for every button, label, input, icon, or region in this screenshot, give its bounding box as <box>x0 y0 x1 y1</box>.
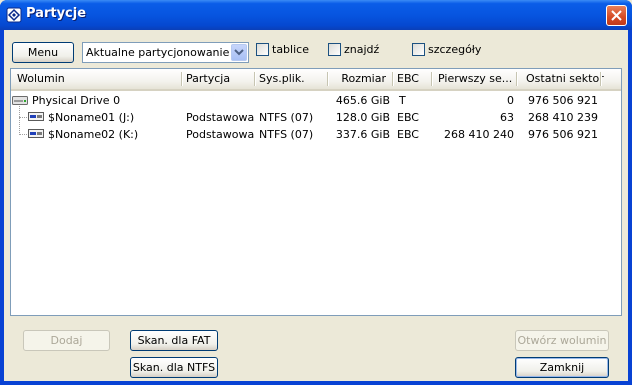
add-button[interactable]: Dodaj <box>23 330 110 351</box>
checkbox-box[interactable] <box>328 43 341 56</box>
partition-list[interactable]: Wolumin Partycja Sys.plik. Rozmiar EBC P… <box>10 68 622 316</box>
close-icon <box>611 10 622 21</box>
cell-last-sector: 976 506 921 <box>528 128 598 141</box>
scan-fat-button-label: Skan. dla FAT <box>137 334 211 347</box>
cell-first-sector: 0 <box>507 94 514 107</box>
column-header-ebc[interactable]: EBC <box>397 69 429 89</box>
column-divider[interactable] <box>431 72 432 86</box>
checkbox-box[interactable] <box>412 43 425 56</box>
scan-ntfs-button-label: Skan. dla NTFS <box>132 361 216 374</box>
hard-drive-icon <box>12 96 28 105</box>
partitions-window: Partycje Menu Aktualne partycjonowanie t… <box>0 0 632 385</box>
column-divider[interactable] <box>327 72 328 86</box>
checkbox-details[interactable]: szczegóły <box>412 43 484 57</box>
checkbox-tables[interactable]: tablice <box>256 43 316 57</box>
close-button-label: Zamknij <box>539 361 585 374</box>
checkbox-box[interactable] <box>256 43 269 56</box>
cell-first-sector: 63 <box>500 111 514 124</box>
view-select[interactable]: Aktualne partycjonowanie <box>82 42 249 63</box>
cell-partition: Podstawowa <box>186 128 255 141</box>
column-divider[interactable] <box>254 72 255 86</box>
menu-button-label: Menu <box>27 46 59 59</box>
checkbox-tables-label: tablice <box>272 43 309 56</box>
cell-volume: $Noname01 (J:) <box>48 111 135 124</box>
close-window-button[interactable] <box>606 5 627 26</box>
table-row[interactable]: $Noname02 (K:) Podstawowa NTFS (07) 337.… <box>11 126 621 143</box>
column-header-first-sector[interactable]: Pierwszy se... <box>438 69 518 89</box>
column-header-filesystem[interactable]: Sys.plik. <box>259 69 324 89</box>
cell-last-sector: 268 410 239 <box>528 111 598 124</box>
column-header-partition[interactable]: Partycja <box>186 69 251 89</box>
app-icon <box>6 7 22 23</box>
checkbox-details-label: szczegóły <box>428 43 482 56</box>
cell-first-sector: 268 410 240 <box>444 128 514 141</box>
column-divider[interactable] <box>600 72 601 86</box>
cell-filesystem: NTFS (07) <box>259 111 314 124</box>
column-divider[interactable] <box>516 72 517 86</box>
partition-icon <box>28 129 44 138</box>
scan-fat-button[interactable]: Skan. dla FAT <box>130 330 218 351</box>
table-row[interactable]: Physical Drive 0 465.6 GiB T 0 976 506 9… <box>11 92 621 109</box>
column-header-last-sector[interactable]: Ostatni sektor <box>526 69 604 89</box>
open-volume-button[interactable]: Otwórz wolumin <box>515 330 609 351</box>
cell-filesystem: NTFS (07) <box>259 128 314 141</box>
checkbox-find[interactable]: znajdź <box>328 43 388 57</box>
table-row[interactable]: $Noname01 (J:) Podstawowa NTFS (07) 128.… <box>11 109 621 126</box>
column-header-size[interactable]: Rozmiar <box>331 69 386 89</box>
cell-partition: Podstawowa <box>186 111 255 124</box>
scan-ntfs-button[interactable]: Skan. dla NTFS <box>130 357 218 378</box>
open-volume-button-label: Otwórz wolumin <box>517 334 607 347</box>
column-divider[interactable] <box>392 72 393 86</box>
cell-volume: $Noname02 (K:) <box>48 128 139 141</box>
cell-size: 337.6 GiB <box>335 128 390 141</box>
add-button-label: Dodaj <box>50 334 83 347</box>
list-header: Wolumin Partycja Sys.plik. Rozmiar EBC P… <box>11 69 621 91</box>
cell-size: 128.0 GiB <box>335 111 390 124</box>
chevron-down-icon <box>234 49 244 56</box>
cell-ebc: T <box>399 94 406 107</box>
cell-size: 465.6 GiB <box>335 94 390 107</box>
dialog-body: Menu Aktualne partycjonowanie tablice zn… <box>4 30 628 381</box>
cell-ebc: EBC <box>397 111 419 124</box>
cell-last-sector: 976 506 921 <box>528 94 598 107</box>
menu-button[interactable]: Menu <box>12 42 74 63</box>
title-bar[interactable]: Partycje <box>0 0 632 30</box>
column-divider[interactable] <box>181 72 182 86</box>
column-header-volume[interactable]: Wolumin <box>17 69 177 89</box>
view-select-value: Aktualne partycjonowanie <box>86 46 230 59</box>
partition-icon <box>28 112 44 121</box>
window-title: Partycje <box>26 6 87 21</box>
cell-ebc: EBC <box>397 128 419 141</box>
checkbox-find-label: znajdź <box>344 43 380 56</box>
cell-volume: Physical Drive 0 <box>32 94 121 107</box>
close-button[interactable]: Zamknij <box>515 357 609 378</box>
dropdown-button[interactable] <box>231 44 247 61</box>
